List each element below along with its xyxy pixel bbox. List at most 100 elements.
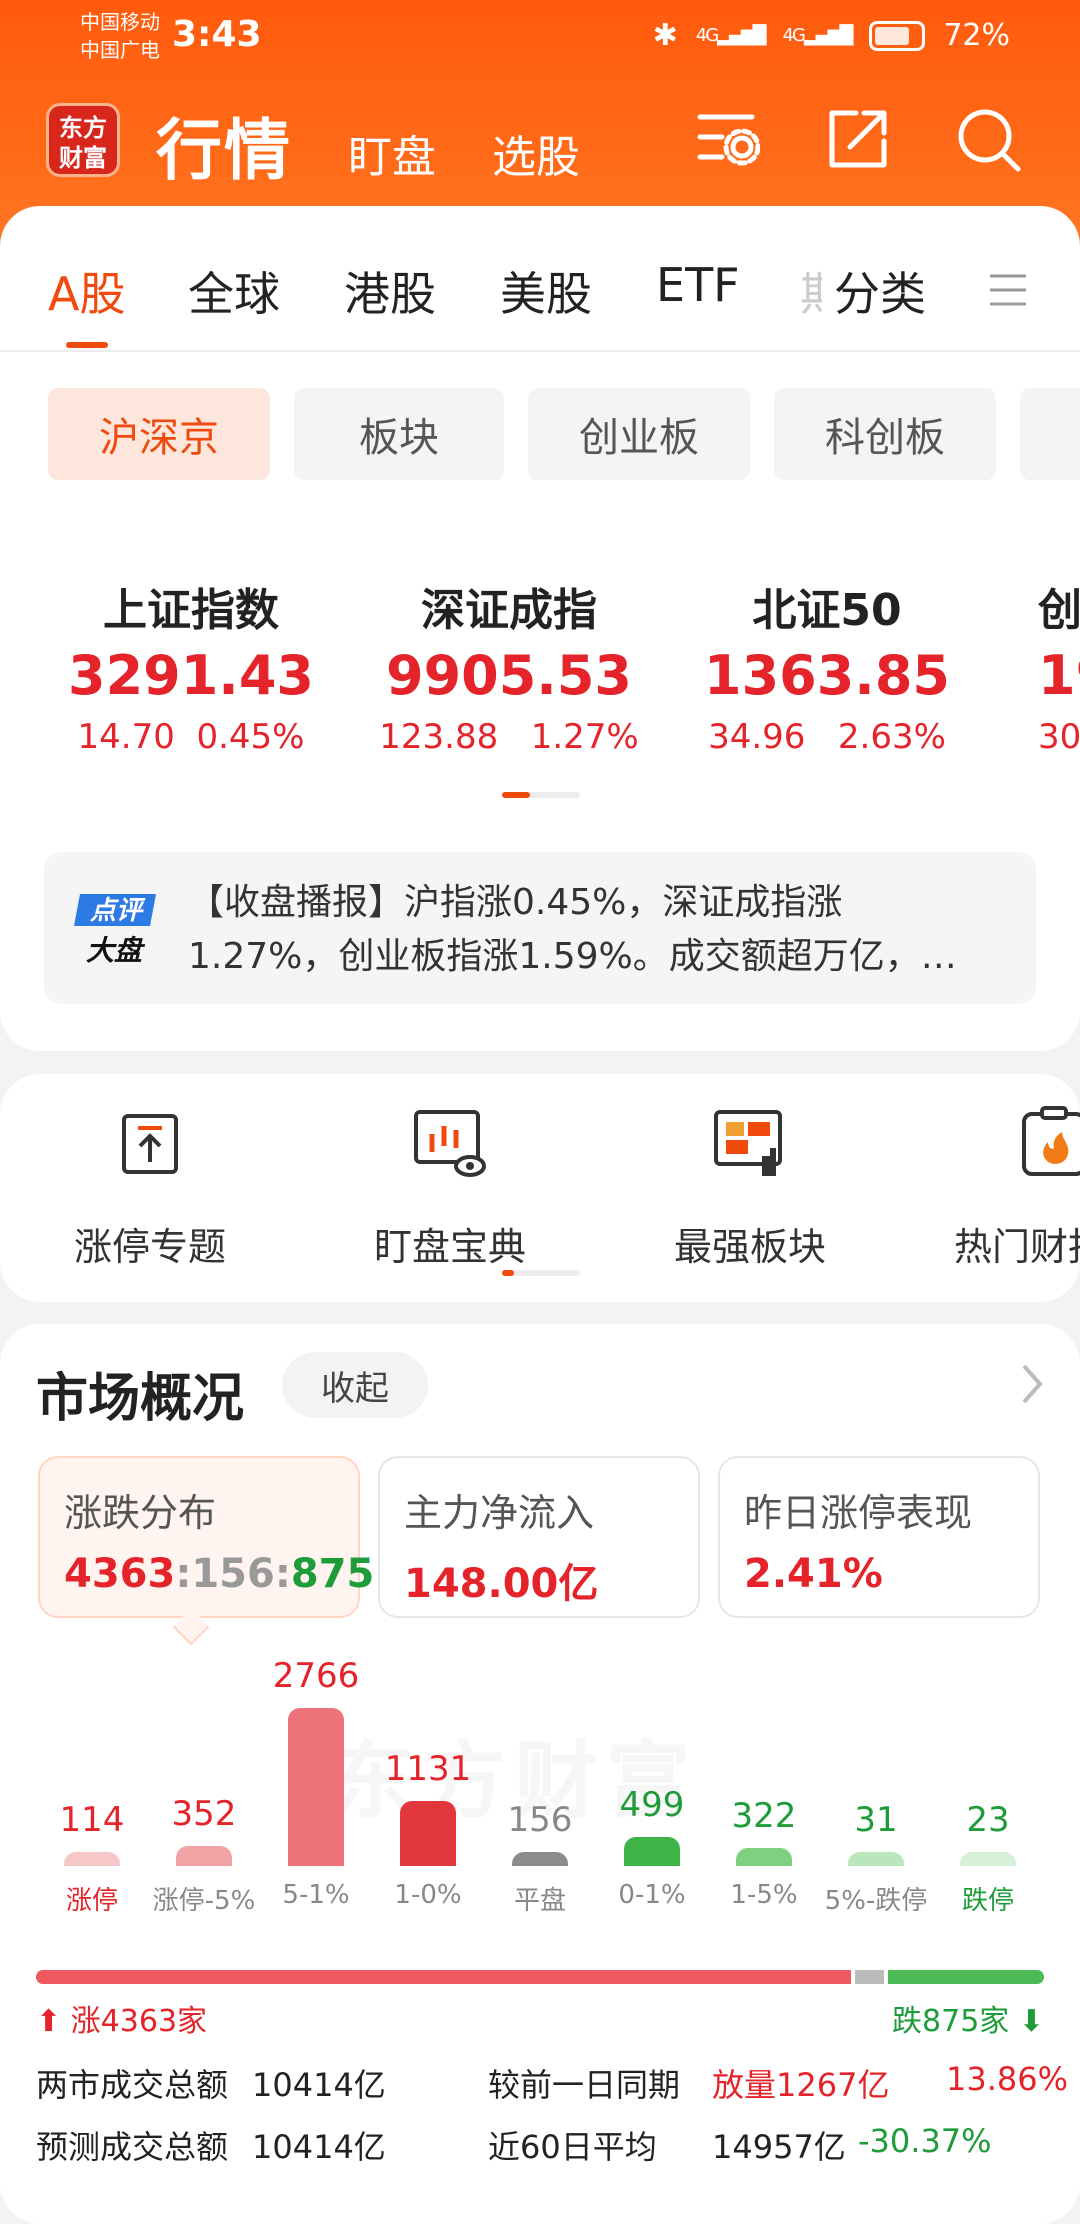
chevron-right-icon[interactable]: [1018, 1362, 1046, 1406]
index-value: 19: [1038, 644, 1080, 707]
commentary-badge-icon: 点评 大盘: [74, 894, 156, 966]
tab-stock-picker[interactable]: 选股: [492, 121, 580, 185]
quick-link-watch-guide[interactable]: 盯盘宝典: [300, 1104, 600, 1271]
signal-icon-2: 4G▂▄▆█: [782, 25, 854, 46]
row-pct: 13.86%: [946, 2060, 1069, 2098]
quick-link-hot-earnings[interactable]: 热门财报: [900, 1104, 1080, 1271]
subtab-more[interactable]: [1020, 388, 1080, 480]
commentary-line-2: 1.27%，创业板指涨1.59%。成交额超万亿，…: [188, 936, 957, 977]
share-icon[interactable]: [826, 107, 890, 171]
carrier-1: 中国移动: [80, 10, 160, 34]
tab-a-shares[interactable]: A股: [48, 258, 125, 324]
signal-label-2: 4G: [782, 25, 806, 46]
tab-indicator: [66, 342, 108, 348]
bar-value-label: 499: [619, 1785, 685, 1825]
index-change-amount: 14.70: [77, 717, 175, 757]
index-change-amount: 123.88: [379, 717, 499, 757]
battery-level: 72%: [943, 18, 1010, 53]
page-dot-active: [502, 792, 530, 798]
market-commentary[interactable]: 点评 大盘 【收盘播报】沪指涨0.45%，深证成指涨 1.27%，创业板指涨1.…: [44, 852, 1036, 1004]
tab-global[interactable]: 全球: [188, 258, 280, 324]
index-card-partial[interactable]: 创 19 30.: [1038, 574, 1080, 757]
subtab-chinext[interactable]: 创业板: [528, 388, 750, 480]
bar: [624, 1837, 680, 1866]
logo-line-2: 财富: [59, 144, 107, 172]
index-change-pct: 2.63%: [837, 717, 946, 757]
stat-flat-count: 156: [191, 1551, 275, 1597]
tab-us[interactable]: 美股: [500, 258, 592, 324]
bar-value-label: 2766: [272, 1656, 360, 1696]
bar: [848, 1852, 904, 1866]
index-change: 14.70 0.45%: [26, 717, 356, 757]
stat-title: 涨跌分布: [64, 1491, 217, 1535]
bar-category-label: 跌停: [961, 1886, 1014, 1916]
up-down-ratio-bar: [36, 1970, 1044, 1984]
row-pct: -30.37%: [858, 2122, 992, 2160]
bar-value-label: 23: [966, 1800, 1010, 1840]
stat-main-net-inflow[interactable]: 主力净流入 148.00亿: [378, 1456, 700, 1618]
tab-watch[interactable]: 盯盘: [348, 121, 436, 185]
page-dot-active: [502, 1270, 514, 1276]
bar: [736, 1848, 792, 1866]
stat-up-down-distribution[interactable]: 涨跌分布 4363:156:875: [38, 1456, 374, 1618]
badge-bottom-text: 大盘: [86, 935, 146, 966]
stat-separator: :: [175, 1551, 192, 1597]
row-label-2: 近60日平均: [488, 2128, 657, 2166]
subtab-sector[interactable]: 板块: [294, 388, 504, 480]
row-label: 两市成交总额: [36, 2066, 229, 2104]
stat-value: 4363:156:875: [64, 1551, 374, 1597]
index-change-pct: 1.27%: [530, 717, 639, 757]
index-value: 9905.53: [386, 644, 632, 707]
quick-links-card: 涨停专题 盯盘宝典 最强板块 热门财报: [0, 1074, 1080, 1302]
commentary-line-1: 【收盘播报】沪指涨0.45%，深证成指涨: [188, 882, 843, 923]
quick-link-label: 涨停专题: [73, 1225, 226, 1269]
bar: [288, 1708, 344, 1866]
market-overview-card: 市场概况 收起 涨跌分布 4363:156:875 主力净流入 148.00亿 …: [0, 1324, 1080, 2224]
commentary-text: 【收盘播报】沪指涨0.45%，深证成指涨 1.27%，创业板指涨1.59%。成交…: [188, 876, 1008, 984]
menu-icon[interactable]: [988, 270, 1028, 310]
index-name: 深证成指: [421, 585, 597, 636]
bar: [400, 1801, 456, 1866]
stat-value: 148.00亿: [404, 1561, 599, 1607]
ratio-down-segment: [888, 1970, 1044, 1984]
quick-link-limit-up[interactable]: 涨停专题: [0, 1104, 300, 1271]
down-count-label: 跌875家 ⬇: [892, 1996, 1044, 2040]
index-change-amount: 30.: [1038, 717, 1080, 757]
bar: [64, 1852, 120, 1866]
index-card[interactable]: 北证50 1363.85 34.96 2.63%: [662, 574, 992, 757]
tab-hk[interactable]: 港股: [344, 258, 436, 324]
bluetooth-icon: ✱: [652, 18, 678, 53]
row-label-2: 较前一日同期: [488, 2066, 681, 2104]
index-name: 北证50: [752, 585, 902, 636]
index-card[interactable]: 上证指数 3291.43 14.70 0.45%: [26, 574, 356, 757]
tab-etf[interactable]: ETF: [656, 258, 740, 312]
stat-yesterday-limit-up[interactable]: 昨日涨停表现 2.41%: [718, 1456, 1040, 1618]
row-label: 预测成交总额: [36, 2128, 229, 2166]
arrow-down-icon: ⬇: [1018, 2004, 1044, 2039]
tab-category[interactable]: 分类: [834, 258, 926, 324]
bar-value-label: 322: [731, 1796, 797, 1836]
status-icons: ✱ 4G▂▄▆█ 4G▂▄▆█ 72%: [653, 18, 1010, 53]
index-change: 34.96 2.63%: [662, 717, 992, 757]
index-change-amount: 34.96: [708, 717, 806, 757]
subtab-star[interactable]: 科创板: [774, 388, 996, 480]
bar-value-label: 156: [507, 1800, 573, 1840]
collapse-button[interactable]: 收起: [282, 1352, 428, 1418]
bar-value-label: 352: [171, 1794, 237, 1834]
settings-list-icon[interactable]: [696, 107, 760, 171]
quick-link-strong-sectors[interactable]: 最强板块: [600, 1104, 900, 1271]
tab-futures[interactable]: 期: [800, 258, 822, 324]
bar-value-label: 114: [59, 1800, 125, 1840]
stat-down-count: 875: [290, 1551, 375, 1597]
ratio-flat-segment: [855, 1970, 884, 1984]
stat-up-count: 4363: [64, 1551, 176, 1597]
index-value: 3291.43: [68, 644, 314, 707]
subtab-hushenjing[interactable]: 沪深京: [48, 388, 270, 480]
overview-title: 市场概况: [36, 1369, 245, 1429]
search-icon[interactable]: [956, 107, 1022, 173]
quick-link-label: 热门财报: [954, 1225, 1080, 1269]
index-card[interactable]: 深证成指 9905.53 123.88 1.27%: [344, 574, 674, 757]
stat-title: 昨日涨停表现: [744, 1491, 973, 1535]
distribution-chart: 114 涨停 352 涨停-5% 2766 5-1% 1131 1-0% 156 平盘 499 0-1…: [0, 1654, 1080, 1974]
logo-line-1: 东方: [59, 114, 107, 142]
